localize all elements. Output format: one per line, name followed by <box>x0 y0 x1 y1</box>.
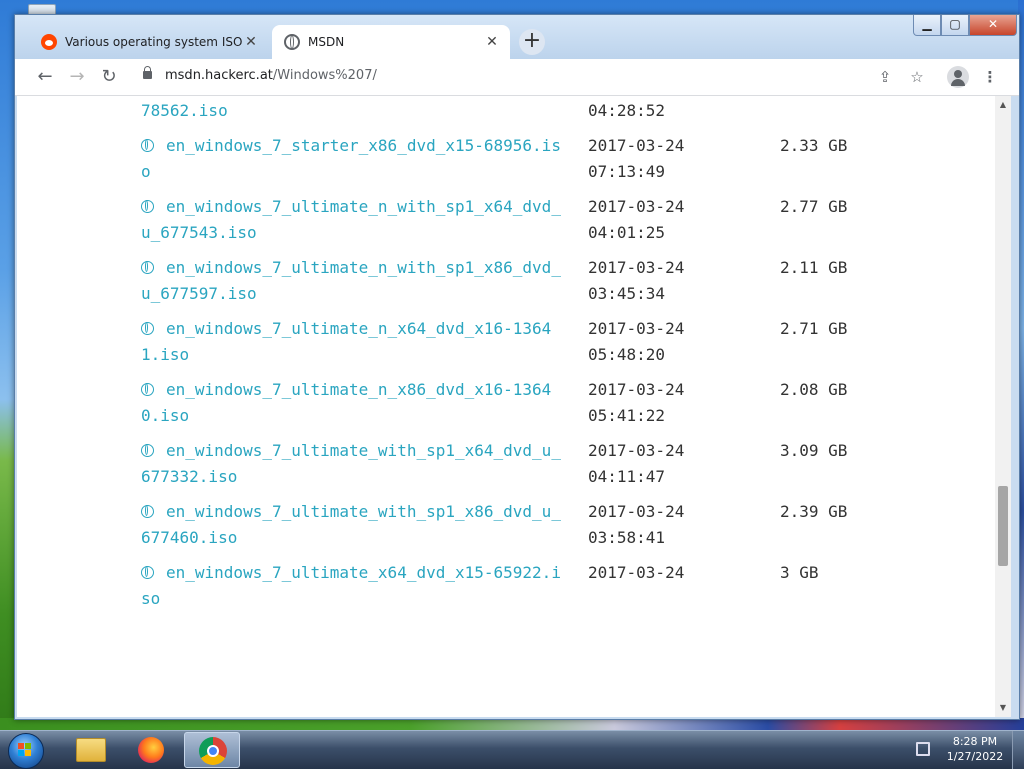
menu-kebab-icon[interactable]: ⋮ <box>978 65 1002 89</box>
file-size: 2.11 GB <box>780 258 848 277</box>
start-button[interactable] <box>6 731 46 769</box>
file-date: 2017-03-24 04:11:47 <box>588 441 685 486</box>
chrome-icon <box>199 737 227 765</box>
file-row: en_windows_7_ultimate_x64_dvd_x15-65922.… <box>141 560 819 612</box>
maximize-button[interactable]: ▢ <box>941 15 969 36</box>
globe-icon <box>141 444 154 457</box>
file-date: 2017-03-24 <box>588 563 685 582</box>
file-size: 2.39 GB <box>780 96 900 98</box>
file-link[interactable]: en_windows_7_ultimate_n_with_sp1_x64_dvd… <box>141 197 561 242</box>
firefox-icon <box>138 737 164 763</box>
close-tab-icon[interactable]: ✕ <box>243 34 259 50</box>
close-window-button[interactable]: ✕ <box>969 15 1017 36</box>
file-date: 2017-03-24 05:41:22 <box>588 380 685 425</box>
tab-strip: Various operating system ISOs : o ✕ MSDN… <box>15 15 1019 59</box>
browser-toolbar: ← → ↻ msdn.hackerc.at/Windows%207/ ⇪ ☆ ⋮ <box>15 59 1019 96</box>
file-link[interactable]: en_windows_7_ultimate_n_with_sp1_x86_dvd… <box>141 258 561 303</box>
globe-icon <box>141 261 154 274</box>
file-name-cell: en_windows_7_ultimate_x64_dvd_x15-65922.… <box>141 560 561 612</box>
tab-title: MSDN <box>308 35 345 49</box>
file-name-cell: en_windows_7_ultimate_n_x64_dvd_x16-1364… <box>141 316 561 368</box>
taskbar-chrome[interactable] <box>184 732 240 768</box>
vertical-scrollbar[interactable]: ▲ ▼ <box>995 96 1011 717</box>
globe-icon <box>141 505 154 518</box>
file-row: en_windows_7_ultimate_with_sp1_x64_dvd_u… <box>141 438 847 490</box>
windows-logo-icon <box>18 743 32 757</box>
file-row: en_windows_7_ultimate_n_x64_dvd_x16-1364… <box>141 316 847 368</box>
file-size: 2.33 GB <box>780 136 848 155</box>
file-row: en_windows_7_ultimate_n_with_sp1_x64_dvd… <box>141 194 847 246</box>
file-link[interactable]: en_windows_7_starter_with_sp1_x86_dvd_u_… <box>141 96 561 120</box>
file-name-cell: en_windows_7_ultimate_n_with_sp1_x86_dvd… <box>141 255 561 307</box>
clock-time: 8:28 PM <box>952 735 998 748</box>
window-controls: ▁ ▢ ✕ <box>913 15 1017 36</box>
network-icon[interactable] <box>916 742 930 756</box>
system-clock[interactable]: 8:28 PM 1/27/2022 <box>940 734 1010 764</box>
file-name-cell: en_windows_7_ultimate_n_with_sp1_x64_dvd… <box>141 194 561 246</box>
scroll-down-icon[interactable]: ▼ <box>995 701 1011 715</box>
globe-icon <box>141 200 154 213</box>
tab-reddit[interactable]: Various operating system ISOs : o ✕ <box>29 25 269 59</box>
file-size: 3.09 GB <box>780 441 848 460</box>
file-date: 2017-03-24 07:13:49 <box>588 136 685 181</box>
address-bar[interactable]: msdn.hackerc.at/Windows%207/ <box>131 63 963 91</box>
file-link[interactable]: en_windows_7_ultimate_with_sp1_x64_dvd_u… <box>141 441 561 486</box>
file-name-cell: en_windows_7_ultimate_n_x86_dvd_x16-1364… <box>141 377 561 429</box>
back-arrow-icon[interactable]: ← <box>33 65 57 89</box>
file-listing: en_windows_7_starter_with_sp1_x86_dvd_u_… <box>17 96 995 717</box>
file-link[interactable]: en_windows_7_ultimate_n_x64_dvd_x16-1364… <box>141 319 551 364</box>
url-text[interactable]: msdn.hackerc.at/Windows%207/ <box>165 68 377 83</box>
file-size: 2.39 GB <box>780 502 848 521</box>
file-row: en_windows_7_ultimate_with_sp1_x86_dvd_u… <box>141 499 847 551</box>
file-row: en_windows_7_ultimate_n_with_sp1_x86_dvd… <box>141 255 847 307</box>
lock-icon[interactable] <box>143 66 152 79</box>
file-date: 2017-03-24 03:45:34 <box>588 258 685 303</box>
file-size: 3 GB <box>780 563 819 582</box>
reddit-icon <box>41 34 57 50</box>
tab-title: Various operating system ISOs : o <box>65 35 243 49</box>
tab-msdn[interactable]: MSDN ✕ <box>272 25 510 59</box>
clock-date: 1/27/2022 <box>946 750 1004 763</box>
file-name-cell: en_windows_7_ultimate_with_sp1_x86_dvd_u… <box>141 499 561 551</box>
file-link[interactable]: en_windows_7_ultimate_x64_dvd_x15-65922.… <box>141 563 561 608</box>
globe-icon <box>141 566 154 579</box>
share-icon[interactable]: ⇪ <box>873 65 897 89</box>
file-date: 2017-03-24 03:58:41 <box>588 502 685 547</box>
profile-avatar-icon[interactable] <box>947 66 969 88</box>
file-name-cell: en_windows_7_ultimate_with_sp1_x64_dvd_u… <box>141 438 561 490</box>
file-date: 2017-03-24 04:01:25 <box>588 197 685 242</box>
show-desktop-button[interactable] <box>1012 731 1024 769</box>
file-link[interactable]: en_windows_7_ultimate_n_x86_dvd_x16-1364… <box>141 380 551 425</box>
taskbar-explorer[interactable] <box>60 732 116 768</box>
file-size: 2.71 GB <box>780 319 848 338</box>
folder-icon <box>76 738 106 762</box>
taskbar-firefox[interactable] <box>122 732 178 768</box>
globe-icon <box>141 383 154 396</box>
file-list: en_windows_7_starter_with_sp1_x86_dvd_u_… <box>141 96 847 621</box>
file-row: en_windows_7_ultimate_n_x86_dvd_x16-1364… <box>141 377 847 429</box>
close-tab-icon[interactable]: ✕ <box>484 34 500 50</box>
file-row: en_windows_7_starter_x86_dvd_x15-68956.i… <box>141 133 847 185</box>
bookmark-star-icon[interactable]: ☆ <box>905 65 929 89</box>
browser-window: Various operating system ISOs : o ✕ MSDN… <box>14 14 1020 720</box>
globe-icon <box>284 34 300 50</box>
file-name-cell: en_windows_7_starter_x86_dvd_x15-68956.i… <box>141 133 561 185</box>
file-row: en_windows_7_starter_with_sp1_x86_dvd_u_… <box>141 96 665 124</box>
scrollbar-thumb[interactable] <box>998 486 1008 566</box>
file-size: 2.08 GB <box>780 380 848 399</box>
file-date: 2017-03-24 05:48:20 <box>588 319 685 364</box>
file-link[interactable]: en_windows_7_starter_x86_dvd_x15-68956.i… <box>141 136 561 181</box>
new-tab-button[interactable]: + <box>519 29 545 55</box>
file-name-cell: en_windows_7_starter_with_sp1_x86_dvd_u_… <box>141 96 561 124</box>
file-size: 2.77 GB <box>780 197 848 216</box>
scroll-up-icon[interactable]: ▲ <box>995 98 1011 112</box>
reload-icon[interactable]: ↻ <box>97 65 121 89</box>
file-date: 2017-03-24 04:28:52 <box>588 101 666 120</box>
file-link[interactable]: en_windows_7_ultimate_with_sp1_x86_dvd_u… <box>141 502 561 547</box>
globe-icon <box>141 322 154 335</box>
globe-icon <box>141 139 154 152</box>
minimize-button[interactable]: ▁ <box>913 15 941 36</box>
forward-arrow-icon[interactable]: → <box>65 65 89 89</box>
taskbar: 8:28 PM 1/27/2022 <box>0 730 1024 769</box>
